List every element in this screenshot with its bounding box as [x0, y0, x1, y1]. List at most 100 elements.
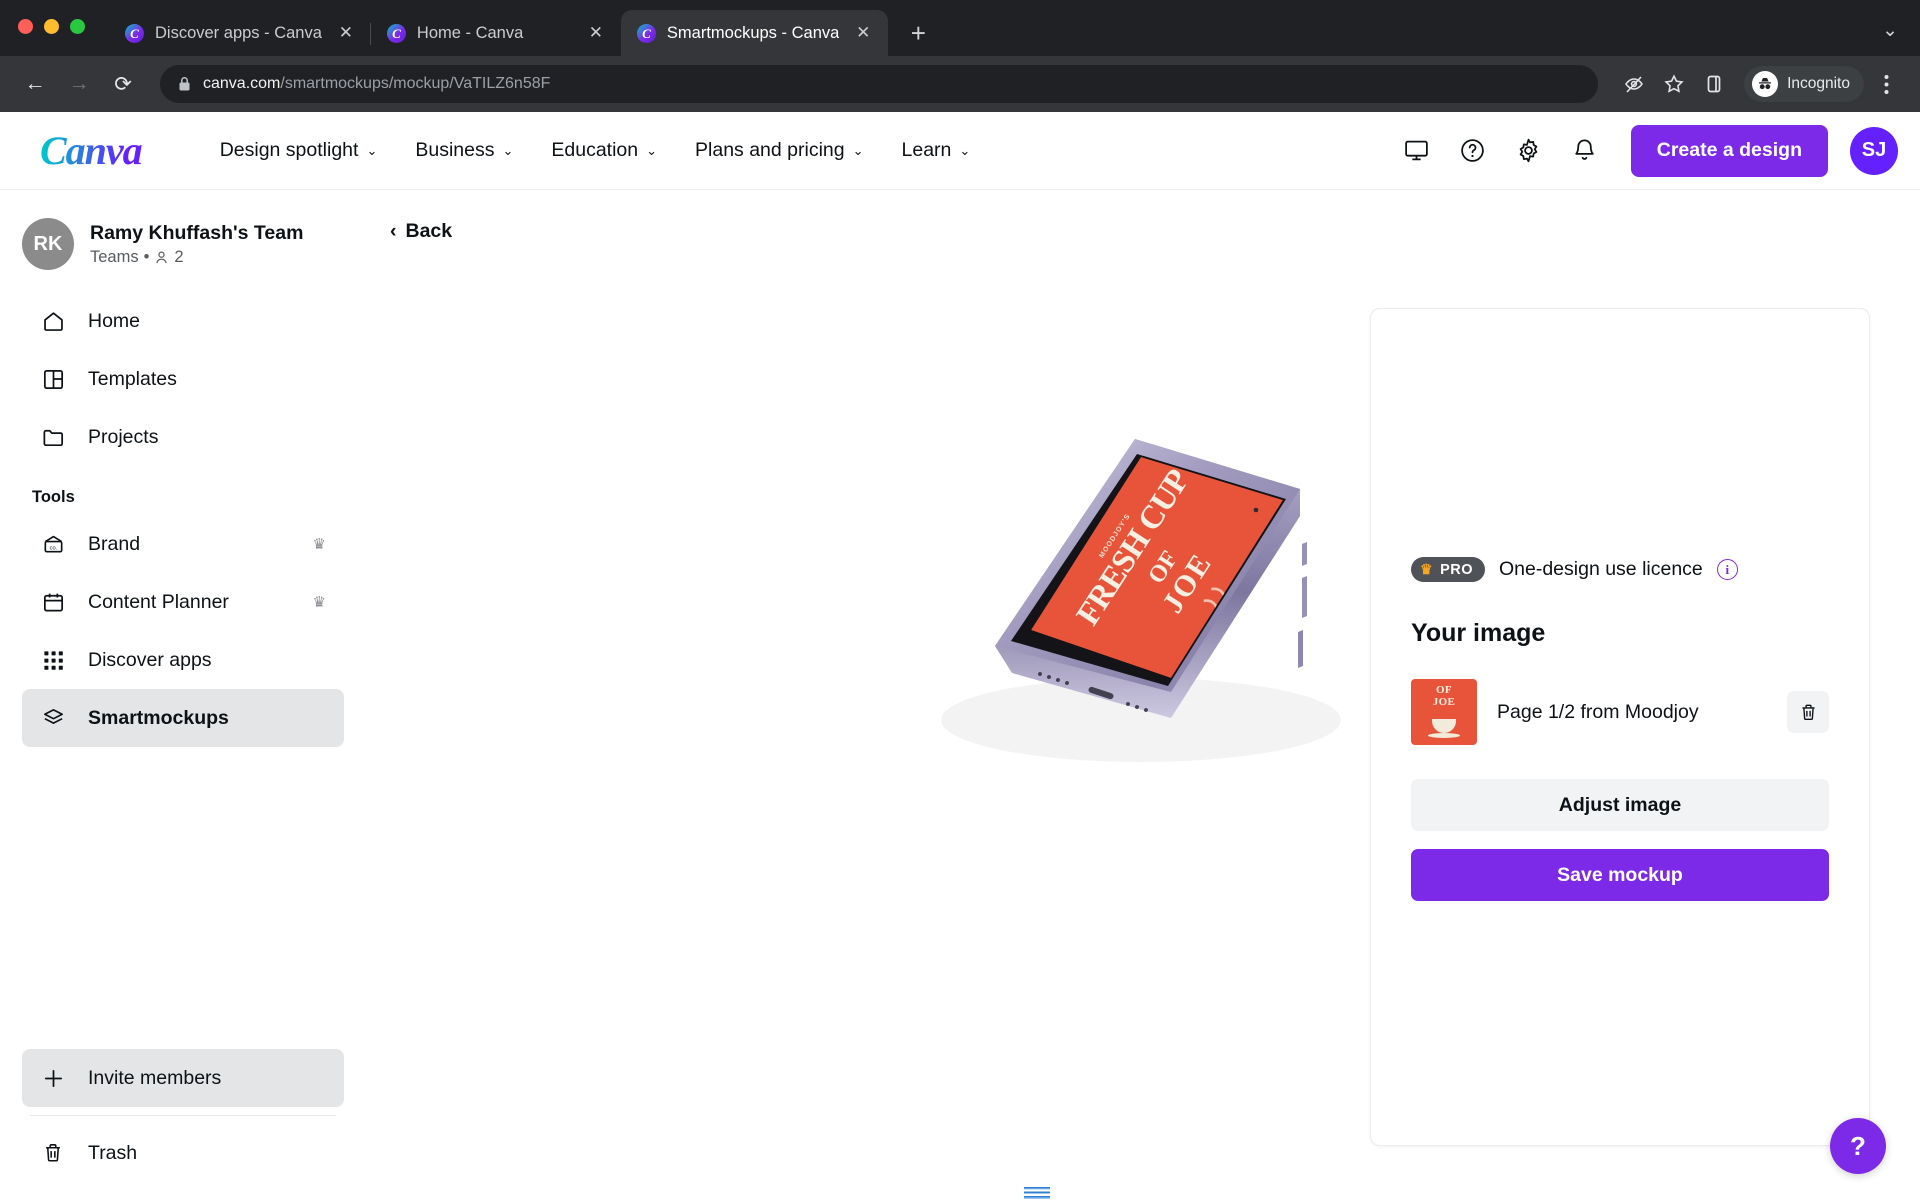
sidebar-item-smartmockups[interactable]: Smartmockups: [22, 689, 344, 747]
canva-favicon: C: [125, 23, 144, 43]
brand-icon: co.: [40, 531, 66, 557]
templates-icon: [40, 366, 66, 392]
canva-logo[interactable]: Canva: [40, 127, 152, 174]
star-icon[interactable]: [1656, 66, 1692, 102]
window-controls: [18, 0, 85, 56]
chevron-down-icon: ⌄: [502, 143, 514, 158]
reload-button[interactable]: ⟳: [104, 65, 142, 103]
avatar[interactable]: SJ: [1850, 126, 1898, 175]
image-name: Page 1/2 from Moodjoy: [1497, 700, 1699, 723]
invite-members-button[interactable]: Invite members: [22, 1049, 344, 1107]
crown-icon: ♛: [312, 536, 326, 553]
browser-toolbar: ← → ⟳ canva.com/smartmockups/mockup/VaTI…: [0, 56, 1920, 112]
eye-slash-icon[interactable]: [1616, 66, 1652, 102]
close-tab-button[interactable]: ✕: [850, 20, 876, 46]
members-icon: [154, 250, 169, 265]
nav-item-education[interactable]: Education ⌄: [537, 129, 671, 172]
lock-icon: [178, 76, 191, 92]
phone-mockup[interactable]: MOODJOY'S FRESH CUP OF JOE Come get some: [883, 430, 1403, 850]
back-button[interactable]: ‹ Back: [380, 212, 462, 251]
canva-top-navbar: Canva Design spotlight ⌄ Business ⌄ Educ…: [0, 112, 1920, 190]
chevron-left-icon: ‹: [390, 220, 397, 242]
sidebar-item-home[interactable]: Home: [22, 292, 344, 350]
save-mockup-button[interactable]: Save mockup: [1411, 849, 1829, 901]
back-button-label: Back: [405, 220, 453, 242]
nav-item-learn[interactable]: Learn ⌄: [888, 129, 985, 172]
tab-title: Discover apps - Canva: [155, 23, 322, 42]
help-button[interactable]: ?: [1830, 1118, 1886, 1174]
sidebar-footer: Invite members Trash: [22, 1049, 344, 1182]
profile-incognito-chip[interactable]: Incognito: [1744, 66, 1864, 102]
loading-thumbnail-artifact: [1024, 1187, 1050, 1200]
image-thumbnail[interactable]: OF JOE: [1411, 679, 1477, 745]
sidebar-item-label: Templates: [88, 367, 177, 390]
team-avatar: RK: [22, 218, 74, 270]
thumbnail-text: OF JOE: [1411, 684, 1477, 708]
mockup-settings-panel: ♛ PRO One-design use licence i Your imag…: [1370, 308, 1870, 1146]
folder-icon: [40, 424, 66, 450]
your-image-title: Your image: [1411, 619, 1546, 647]
kebab-menu-icon[interactable]: [1868, 66, 1904, 102]
trash-icon: [40, 1140, 66, 1166]
home-icon: [40, 308, 66, 334]
canva-favicon: C: [386, 23, 406, 43]
back-navigation-button[interactable]: ←: [16, 65, 54, 103]
left-sidebar: RK Ramy Khuffash's Team Teams • 2 Home T…: [0, 190, 366, 1200]
sidebar-item-content-planner[interactable]: Content Planner ♛: [22, 573, 344, 631]
chevron-down-icon[interactable]: ⌄: [1882, 19, 1898, 42]
adjust-image-button[interactable]: Adjust image: [1411, 779, 1829, 831]
browser-tab-discover-apps[interactable]: C Discover apps - Canva ✕: [109, 10, 371, 56]
thumbnail-line2: JOE: [1432, 695, 1456, 708]
close-window-button[interactable]: [18, 18, 33, 34]
toolbar-icons: Incognito: [1616, 66, 1904, 102]
nav-item-business[interactable]: Business ⌄: [401, 129, 527, 172]
header-actions: Create a design SJ: [1393, 124, 1898, 177]
profile-label: Incognito: [1787, 75, 1850, 92]
team-type: Teams: [90, 248, 139, 267]
team-switcher[interactable]: RK Ramy Khuffash's Team Teams • 2: [22, 190, 344, 292]
sidebar-item-brand[interactable]: co. Brand ♛: [22, 515, 344, 573]
chevron-down-icon: ⌄: [366, 143, 378, 158]
minimize-window-button[interactable]: [44, 18, 59, 34]
team-meta: Teams • 2: [90, 248, 303, 267]
close-tab-button[interactable]: ✕: [333, 20, 359, 46]
side-panel-icon[interactable]: [1696, 66, 1732, 102]
svg-text:co.: co.: [49, 545, 57, 551]
sidebar-item-trash[interactable]: Trash: [22, 1124, 344, 1182]
sidebar-item-label: Projects: [88, 425, 159, 448]
close-tab-button[interactable]: ✕: [583, 20, 609, 46]
sidebar-item-label: Trash: [88, 1141, 138, 1164]
bell-icon[interactable]: [1561, 127, 1609, 175]
status-badge: ♛ PRO: [1411, 557, 1485, 582]
info-icon[interactable]: i: [1716, 559, 1738, 580]
sidebar-item-projects[interactable]: Projects: [22, 408, 344, 466]
sidebar-item-label: Brand: [88, 532, 141, 555]
grid-icon: [40, 647, 66, 673]
member-count: 2: [174, 248, 184, 267]
nav-item-design-spotlight[interactable]: Design spotlight ⌄: [206, 129, 392, 172]
address-bar[interactable]: canva.com/smartmockups/mockup/VaTILZ6n58…: [160, 65, 1599, 103]
tab-title: Home - Canva: [416, 23, 524, 42]
sidebar-item-templates[interactable]: Templates: [22, 350, 344, 408]
forward-navigation-button[interactable]: →: [60, 65, 98, 103]
mockup-screen-caption: Come get some: [1273, 625, 1311, 677]
browser-tab-smartmockups[interactable]: C Smartmockups - Canva ✕: [620, 10, 889, 56]
chevron-down-icon: ⌄: [852, 143, 864, 158]
sidebar-item-label: Smartmockups: [88, 706, 229, 729]
browser-tab-home[interactable]: C Home - Canva ✕: [371, 10, 621, 56]
crown-icon: ♛: [1420, 561, 1434, 577]
url-host: canva.com: [203, 75, 281, 92]
pro-badge-label: PRO: [1440, 561, 1473, 578]
sidebar-item-discover-apps[interactable]: Discover apps: [22, 631, 344, 689]
new-tab-button[interactable]: +: [898, 13, 938, 53]
nav-item-plans-and-pricing[interactable]: Plans and pricing ⌄: [681, 129, 878, 172]
maximize-window-button[interactable]: [70, 18, 85, 34]
team-info: Ramy Khuffash's Team Teams • 2: [90, 221, 303, 267]
coffee-cup-icon: [1428, 719, 1460, 738]
help-circle-icon[interactable]: [1449, 127, 1497, 175]
monitor-icon[interactable]: [1393, 127, 1441, 175]
create-a-design-button[interactable]: Create a design: [1630, 124, 1828, 177]
tab-title: Smartmockups - Canva: [666, 23, 840, 42]
gear-icon[interactable]: [1505, 127, 1553, 175]
delete-image-button[interactable]: [1787, 691, 1829, 733]
